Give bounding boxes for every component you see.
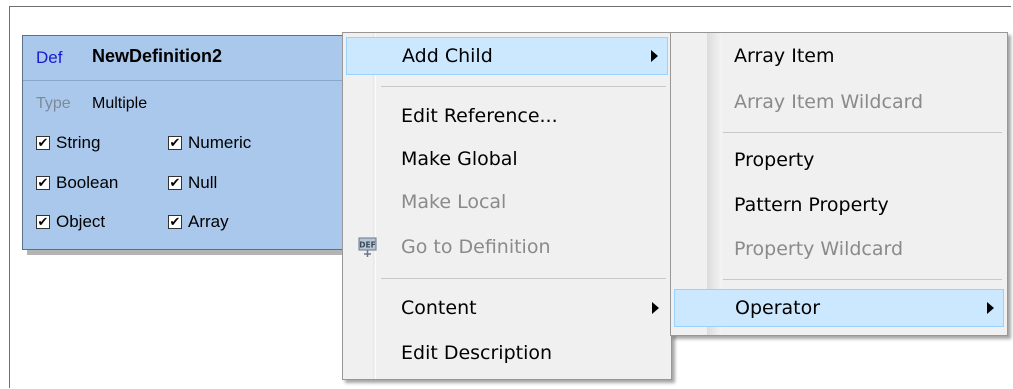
checkbox-boolean[interactable]: ✔ Boolean <box>36 173 118 193</box>
menu-item-content[interactable]: Content <box>346 289 668 327</box>
menu-item-label: Edit Description <box>401 342 553 364</box>
menu-item-array-item[interactable]: Array Item <box>674 37 1004 75</box>
submenu-arrow-icon <box>652 302 659 314</box>
menu-item-go-to-definition: DEF Go to Definition <box>346 228 668 266</box>
context-menu: Add Child Edit Reference... Make Global … <box>342 32 672 380</box>
checkbox-label: Object <box>56 212 106 231</box>
checkbox-label: String <box>56 133 101 152</box>
definition-box[interactable]: Def NewDefinition2 Type Multiple ✔ Strin… <box>22 35 376 250</box>
menu-item-operator[interactable]: Operator <box>674 289 1004 327</box>
submenu-arrow-icon <box>651 50 658 62</box>
def-icon: DEF <box>358 237 377 257</box>
checkbox-string[interactable]: ✔ String <box>36 133 100 153</box>
checkbox-check-icon[interactable]: ✔ <box>168 215 182 229</box>
svg-text:DEF: DEF <box>359 241 375 250</box>
menu-item-pattern-property[interactable]: Pattern Property <box>674 186 1004 224</box>
menu-item-label: Make Local <box>401 191 507 213</box>
checkbox-label: Null <box>188 173 218 192</box>
menu-item-add-child[interactable]: Add Child <box>346 37 668 75</box>
menu-separator <box>723 132 1002 133</box>
menu-item-edit-description[interactable]: Edit Description <box>346 334 668 372</box>
menu-item-label: Property <box>734 149 815 171</box>
menu-item-label: Array Item Wildcard <box>734 91 924 113</box>
submenu-arrow-icon <box>987 302 994 314</box>
menu-item-label: Property Wildcard <box>734 238 904 260</box>
checkbox-check-icon[interactable]: ✔ <box>36 215 50 229</box>
menu-item-property[interactable]: Property <box>674 141 1004 179</box>
checkbox-label: Array <box>188 212 229 231</box>
menu-separator <box>381 86 666 87</box>
menu-item-label: Operator <box>735 297 821 319</box>
menu-separator <box>723 279 1002 280</box>
menu-separator <box>381 278 666 279</box>
checkbox-array[interactable]: ✔ Array <box>168 212 229 232</box>
def-keyword: Def <box>36 48 63 67</box>
checkbox-numeric[interactable]: ✔ Numeric <box>168 133 251 153</box>
checkbox-label: Boolean <box>56 173 119 192</box>
menu-item-make-local: Make Local <box>346 183 668 221</box>
menu-item-label: Add Child <box>402 45 493 67</box>
menu-item-label: Go to Definition <box>401 236 551 258</box>
menu-item-label: Content <box>401 297 477 319</box>
type-value[interactable]: Multiple <box>92 95 147 113</box>
menu-item-edit-reference[interactable]: Edit Reference... <box>346 97 668 135</box>
checkbox-check-icon[interactable]: ✔ <box>36 176 50 190</box>
menu-item-make-global[interactable]: Make Global <box>346 140 668 178</box>
menu-item-array-item-wildcard: Array Item Wildcard <box>674 83 1004 121</box>
type-keyword: Type <box>36 95 71 112</box>
checkbox-label: Numeric <box>188 133 252 152</box>
checkbox-check-icon[interactable]: ✔ <box>168 176 182 190</box>
menu-item-label: Edit Reference... <box>401 105 558 127</box>
add-child-submenu: Array Item Array Item Wildcard Property … <box>670 32 1008 336</box>
checkbox-object[interactable]: ✔ Object <box>36 212 105 232</box>
menu-item-label: Make Global <box>401 148 518 170</box>
checkbox-check-icon[interactable]: ✔ <box>168 136 182 150</box>
checkbox-null[interactable]: ✔ Null <box>168 173 217 193</box>
checkbox-check-icon[interactable]: ✔ <box>36 136 50 150</box>
menu-item-label: Pattern Property <box>734 194 889 216</box>
menu-item-label: Array Item <box>734 45 835 67</box>
menu-item-property-wildcard: Property Wildcard <box>674 230 1004 268</box>
definition-name[interactable]: NewDefinition2 <box>92 46 222 67</box>
